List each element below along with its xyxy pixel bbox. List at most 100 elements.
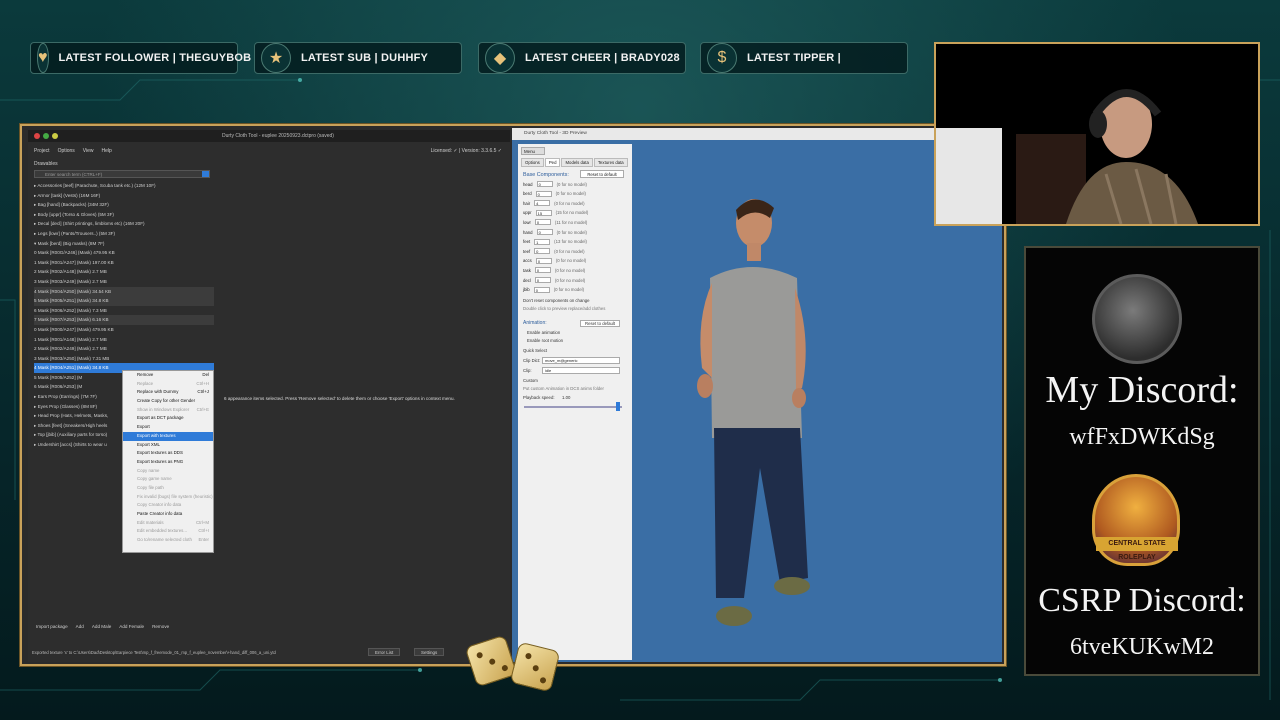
playback-speed-knob[interactable]: [616, 402, 620, 411]
component-input[interactable]: 0: [536, 229, 553, 235]
component-row: hand 0 (0 for no model): [523, 229, 587, 235]
error-list-button[interactable]: Error List: [368, 648, 401, 656]
component-input[interactable]: 0: [534, 277, 551, 283]
cloth-tool-window: Durty Cloth Tool - euplee 20250923.dctpr…: [28, 130, 510, 662]
csrp-discord-code: 6tveKUKwM2: [1070, 634, 1214, 660]
ctx-paste-creator[interactable]: Paste Creator info data: [123, 510, 213, 519]
component-input[interactable]: 0: [536, 181, 553, 187]
tree-row[interactable]: ▾ Mask [berd] (Big masks) (8M 7F): [34, 239, 214, 249]
tree-row[interactable]: 2 Mask [R002/A249] (Mask) 2.7 MB: [34, 344, 214, 354]
drawables-label: Drawables: [34, 161, 58, 167]
tree-row[interactable]: ▸ Bag [hand] (Backpacks) (34M 32F): [34, 200, 214, 210]
tree-row[interactable]: ▸ Body [uppr] (Torso & Gloves) (5M 3F): [34, 210, 214, 220]
tab-models-data[interactable]: Models data: [561, 158, 593, 167]
add-female-button[interactable]: Add Female: [119, 624, 144, 629]
ctx-create-copy[interactable]: Create Copy for other Gender: [123, 397, 213, 406]
tree-row[interactable]: 4 Mask [R004/A250] (Mask) 34.54 KB: [34, 286, 214, 297]
preview-menu-button[interactable]: Menu: [521, 147, 545, 155]
license-status: Licensed: ✓ | Version: 3.3.6.5 ✓: [430, 148, 502, 154]
component-input[interactable]: 0: [534, 219, 551, 226]
animation-label: Animation:: [523, 320, 547, 326]
ctx-goto-rename[interactable]: Go to/rename selected cloth Enter: [123, 536, 213, 545]
ctx-show-explorer[interactable]: Show in Windows Explorer Ctrl+E: [123, 406, 213, 415]
tree-row[interactable]: 7 Mask [R007/A253] (Mask) 6.16 KB: [34, 315, 214, 325]
ctx-replace[interactable]: Replace Ctrl+H: [123, 380, 213, 389]
clip-label: Clip:: [523, 368, 532, 373]
menu-help[interactable]: Help: [102, 148, 112, 154]
heart-icon: ♥: [37, 43, 49, 73]
clip-dict-label: Clip Dict:: [523, 358, 541, 363]
add-button[interactable]: Add: [76, 624, 84, 629]
tree-row[interactable]: 6 Mask [R006/A252] (Mask) 7.3 MB: [34, 306, 214, 316]
reset-animation-button[interactable]: Reset to default: [580, 320, 621, 327]
ctx-edit-textures[interactable]: Edit embedded textures... Ctrl+I: [123, 527, 213, 536]
component-input[interactable]: 0: [533, 286, 550, 293]
import-package-button[interactable]: Import package: [36, 624, 68, 629]
tab-ped[interactable]: Ped: [544, 158, 561, 167]
menu-view[interactable]: View: [83, 148, 94, 154]
remove-button[interactable]: Remove: [152, 624, 169, 629]
tree-row[interactable]: 5 Mask [R005/A251] (Mask) 34.8 KB: [34, 296, 214, 306]
tree-row[interactable]: ▸ Armor [task] (Vests) (16M 16F): [34, 191, 214, 201]
tree-row[interactable]: 1 Mask [R001/A148] (Mask) 2.7 MB: [34, 335, 214, 345]
pin-icon[interactable]: [52, 133, 58, 139]
tree-row[interactable]: 0 Mask [R000/A247] (Mask) 479.95 KB: [34, 325, 214, 335]
reset-on-change-checkbox[interactable]: Don't reset components on change: [523, 298, 590, 303]
bottom-toolbar: Import package Add Add Male Add Female R…: [36, 624, 169, 629]
close-icon[interactable]: [34, 133, 40, 139]
tree-row[interactable]: 0 Mask [R00G/A246] (Mask) 479.95 KB: [34, 248, 214, 258]
component-row: teef 0 (0 for no model): [523, 248, 585, 255]
ctx-edit-materials[interactable]: Edit materials Ctrl+M: [123, 519, 213, 528]
tree-row[interactable]: 3 Mask [R003/A250] (Mask) 7.31 MB: [34, 354, 214, 364]
ctx-copy-game-name[interactable]: Copy game name: [123, 475, 213, 484]
tree-row[interactable]: ▸ Legs [lowr] (Pants/Trousers..) (5M 3F): [34, 229, 214, 239]
app-icon: [43, 133, 49, 139]
search-icon[interactable]: [202, 171, 209, 177]
ctx-export-png[interactable]: Export textures as PNG: [123, 458, 213, 467]
ctx-replace-dummy[interactable]: Replace with Dummy Ctrl+J: [123, 388, 213, 397]
tree-row[interactable]: 1 Mask [R001/A247] (Mask) 197.00 KB: [34, 258, 214, 268]
component-row: head 0 (0 for no model): [523, 181, 587, 187]
search-input[interactable]: Enter search term (CTRL+F): [34, 170, 210, 178]
latest-sub-text: LATEST SUB | DUHHFY: [301, 52, 429, 64]
latest-follower-alert: ♥ LATEST FOLLOWER | THEGUYBOB: [30, 42, 251, 74]
menu-options[interactable]: Options: [58, 148, 75, 154]
window-title: Durty Cloth Tool - euplee 20250923.dctpr…: [222, 133, 334, 139]
ctx-export-with-textures[interactable]: Export with textures: [123, 431, 213, 441]
component-input[interactable]: 1: [534, 238, 551, 245]
component-input[interactable]: 0: [534, 267, 551, 274]
clip-dict-select[interactable]: move_m@generic: [542, 357, 620, 364]
menu-project[interactable]: Project: [34, 148, 50, 154]
tree-row[interactable]: 2 Mask [R002/A148] (Mask) 2.7 MB: [34, 267, 214, 277]
enable-animation-checkbox[interactable]: Enable animation: [527, 330, 560, 335]
tab-options[interactable]: Options: [521, 158, 544, 167]
tab-textures-data[interactable]: Textures data: [593, 158, 628, 167]
ctx-copy-creator[interactable]: Copy Creator info data: [123, 501, 213, 510]
ctx-export-xml[interactable]: Export XML: [123, 441, 213, 450]
tree-row[interactable]: ▸ Decal [decl] (Shirt printings, limblom…: [34, 219, 214, 229]
latest-sub-alert: ★ LATEST SUB | DUHHFY: [254, 42, 462, 74]
tree-row[interactable]: 3 Mask [R003/A249] (Mask) 2.7 MB: [34, 277, 214, 287]
component-row: hair 4 (0 for no model): [523, 200, 585, 207]
add-male-button[interactable]: Add Male: [92, 624, 111, 629]
preview-options-panel: Menu Options Ped Models data Textures da…: [518, 144, 632, 660]
ctx-export-dds[interactable]: Export textures as DDS: [123, 449, 213, 458]
settings-button[interactable]: Settings: [414, 648, 445, 656]
enable-root-motion-checkbox[interactable]: Enable root motion: [527, 338, 563, 343]
reset-components-button[interactable]: Reset to default: [580, 170, 624, 178]
playback-speed-slider[interactable]: [524, 406, 622, 408]
component-input[interactable]: 0: [534, 248, 551, 255]
ctx-fix-invalid[interactable]: Fix invalid (bugs) file system (heuristi…: [123, 493, 213, 502]
ctx-export-dct[interactable]: Export as DCT package: [123, 414, 213, 423]
clip-select[interactable]: idle: [542, 367, 620, 374]
component-input[interactable]: 0: [535, 190, 552, 197]
ctx-copy-name[interactable]: Copy name: [123, 467, 213, 476]
component-input[interactable]: 15: [535, 209, 552, 216]
tree-row[interactable]: ▸ Accessories [teef] (Parachute, Scuba t…: [34, 181, 214, 191]
ctx-export[interactable]: Export: [123, 423, 213, 432]
component-input[interactable]: 4: [534, 200, 551, 207]
dollar-icon: $: [707, 43, 737, 73]
ctx-remove[interactable]: Remove Del: [123, 371, 213, 380]
component-input[interactable]: 0: [535, 257, 552, 264]
ctx-copy-file-path[interactable]: Copy file path: [123, 484, 213, 493]
